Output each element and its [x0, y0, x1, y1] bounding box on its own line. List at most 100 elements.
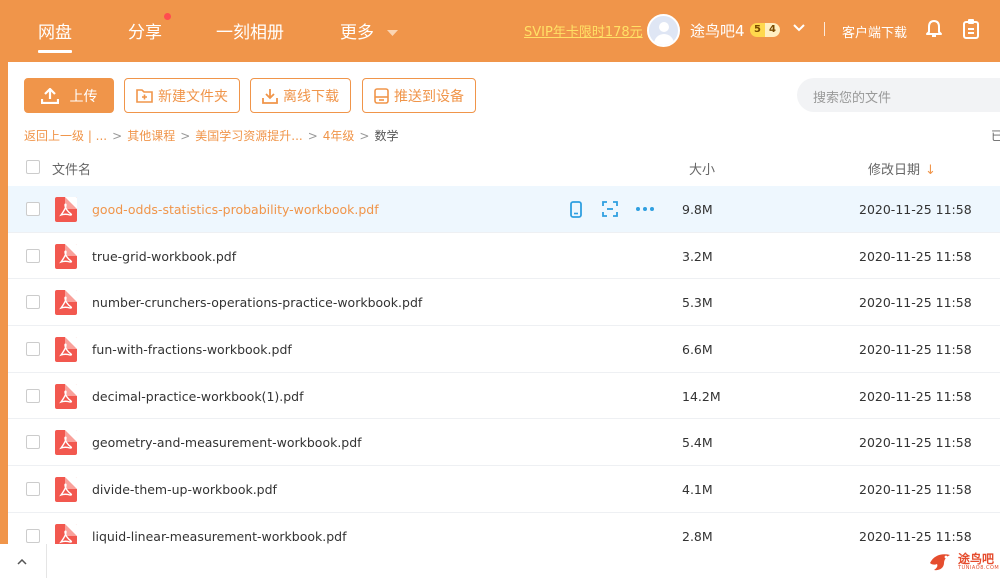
nav-item-share[interactable]: 分享: [128, 18, 162, 43]
breadcrumb-item[interactable]: 其他课程: [127, 129, 175, 143]
column-header-name[interactable]: 文件名: [52, 159, 91, 178]
nav-active-indicator: [38, 50, 72, 53]
notification-dot: [164, 13, 171, 20]
phone-icon[interactable]: [568, 200, 584, 218]
row-checkbox[interactable]: [26, 528, 40, 543]
search-placeholder: 搜索您的文件: [813, 91, 892, 106]
pdf-file-icon: [55, 523, 77, 544]
file-date: 2020-11-25 11:58: [859, 342, 972, 358]
table-row[interactable]: decimal-practice-workbook(1).pdf 14.2M 2…: [8, 373, 1000, 420]
pdf-file-icon: [55, 337, 77, 363]
row-checkbox[interactable]: [26, 435, 40, 450]
file-size: 9.8M: [682, 202, 713, 217]
top-navbar: 网盘 分享 一刻相册 更多 SVIP年卡限时178元 途鸟吧4 5 4 客户端下…: [0, 0, 1000, 60]
file-panel: 上传 新建文件夹 离线下载 推送到设备 搜索您的文件 返回上一级 | ... > 其…: [8, 62, 1000, 544]
row-checkbox[interactable]: [26, 248, 40, 263]
pdf-file-icon: [55, 243, 77, 269]
breadcrumb-item[interactable]: 美国学习资源提升...: [195, 129, 302, 143]
row-checkbox[interactable]: [26, 482, 40, 497]
pdf-file-icon: [55, 430, 77, 456]
file-size: 4.1M: [682, 482, 713, 498]
device-icon: [374, 87, 389, 104]
watermark-subtext: TUNIAO8.COM: [958, 565, 1000, 571]
upload-button[interactable]: 上传: [24, 78, 114, 113]
loaded-count-label: 已: [991, 129, 1000, 143]
file-list: good-odds-statistics-probability-workboo…: [8, 186, 1000, 544]
file-date: 2020-11-25 11:58: [859, 388, 972, 404]
push-to-device-button[interactable]: 推送到设备: [362, 78, 476, 113]
new-folder-icon: [136, 89, 153, 103]
column-header-date[interactable]: 修改日期 ↓: [868, 159, 936, 178]
new-folder-button[interactable]: 新建文件夹: [124, 78, 240, 113]
file-size: 3.2M: [682, 248, 713, 264]
upload-label: 上传: [69, 88, 98, 105]
level-badge-right: 4: [764, 23, 780, 37]
file-size: 5.3M: [682, 295, 713, 311]
username[interactable]: 途鸟吧4: [690, 20, 745, 41]
pdf-file-icon: [55, 197, 77, 222]
file-size: 2.8M: [682, 528, 713, 544]
table-row[interactable]: number-crunchers-operations-practice-wor…: [8, 279, 1000, 327]
file-name[interactable]: geometry-and-measurement-workbook.pdf: [92, 435, 362, 450]
row-checkbox[interactable]: [26, 202, 40, 216]
share-link-icon[interactable]: [602, 200, 618, 218]
row-checkbox[interactable]: [26, 388, 40, 403]
level-badges: 5 4: [750, 23, 780, 37]
table-row[interactable]: liquid-linear-measurement-workbook.pdf 2…: [8, 513, 1000, 544]
row-actions: [568, 200, 654, 218]
push-to-device-label: 推送到设备: [394, 88, 464, 105]
search-input[interactable]: 搜索您的文件: [797, 78, 1000, 112]
file-name[interactable]: divide-them-up-workbook.pdf: [92, 482, 277, 497]
file-date: 2020-11-25 11:58: [859, 202, 972, 217]
breadcrumb-current: 数学: [374, 129, 399, 143]
bird-logo-icon: [930, 554, 950, 571]
file-name[interactable]: number-crunchers-operations-practice-wor…: [92, 295, 422, 310]
file-date: 2020-11-25 11:58: [859, 248, 972, 264]
table-row[interactable]: true-grid-workbook.pdf 3.2M 2020-11-25 1…: [8, 233, 1000, 280]
avatar[interactable]: [647, 14, 680, 47]
offline-download-label: 离线下载: [283, 88, 339, 105]
file-name[interactable]: true-grid-workbook.pdf: [92, 249, 236, 264]
file-date: 2020-11-25 11:58: [859, 482, 972, 498]
file-size: 6.6M: [682, 342, 713, 358]
offline-download-button[interactable]: 离线下载: [250, 78, 351, 113]
new-folder-label: 新建文件夹: [158, 88, 228, 105]
clipboard-icon[interactable]: [962, 18, 980, 40]
file-name[interactable]: liquid-linear-measurement-workbook.pdf: [92, 529, 346, 544]
pdf-file-icon: [55, 383, 77, 409]
bell-icon[interactable]: [925, 19, 943, 39]
column-header-date-label: 修改日期: [868, 163, 921, 178]
chevron-down-icon: [387, 29, 399, 36]
nav-more-label: 更多: [340, 23, 374, 43]
divider: [46, 544, 47, 578]
file-name[interactable]: fun-with-fractions-workbook.pdf: [92, 342, 292, 357]
download-icon: [262, 88, 278, 104]
row-checkbox[interactable]: [26, 295, 40, 310]
row-checkbox[interactable]: [26, 342, 40, 357]
chevron-up-icon[interactable]: [17, 559, 27, 565]
client-download-link[interactable]: 客户端下载: [842, 22, 907, 41]
breadcrumb: 返回上一级 | ... > 其他课程 > 美国学习资源提升... >4年级 > 数学: [24, 129, 399, 143]
breadcrumb-back-link[interactable]: 返回上一级 | ...: [24, 129, 107, 143]
table-header: 文件名 大小 修改日期 ↓: [8, 154, 1000, 184]
file-name[interactable]: decimal-practice-workbook(1).pdf: [92, 389, 304, 404]
nav-item-album[interactable]: 一刻相册: [216, 18, 284, 43]
pdf-file-icon: [55, 477, 77, 503]
table-row[interactable]: divide-them-up-workbook.pdf 4.1M 2020-11…: [8, 466, 1000, 513]
file-name[interactable]: good-odds-statistics-probability-workboo…: [92, 202, 379, 217]
table-row[interactable]: geometry-and-measurement-workbook.pdf 5.…: [8, 419, 1000, 467]
table-row[interactable]: good-odds-statistics-probability-workboo…: [8, 186, 1000, 233]
file-size: 14.2M: [682, 388, 721, 404]
nav-item-netdisk[interactable]: 网盘: [38, 18, 72, 43]
watermark: 途鸟吧 TUNIAO8.COM: [928, 551, 999, 573]
upload-icon: [40, 87, 59, 104]
svip-promo-link[interactable]: SVIP年卡限时178元: [524, 21, 643, 40]
user-menu-chevron-icon[interactable]: [793, 24, 805, 32]
select-all-checkbox[interactable]: [26, 160, 40, 174]
more-icon[interactable]: [636, 200, 654, 218]
bottom-bar: [0, 544, 1000, 578]
table-row[interactable]: fun-with-fractions-workbook.pdf 6.6M 202…: [8, 326, 1000, 373]
column-header-size[interactable]: 大小: [689, 159, 715, 178]
breadcrumb-item[interactable]: 4年级: [323, 129, 355, 143]
nav-item-more[interactable]: 更多: [340, 18, 399, 43]
